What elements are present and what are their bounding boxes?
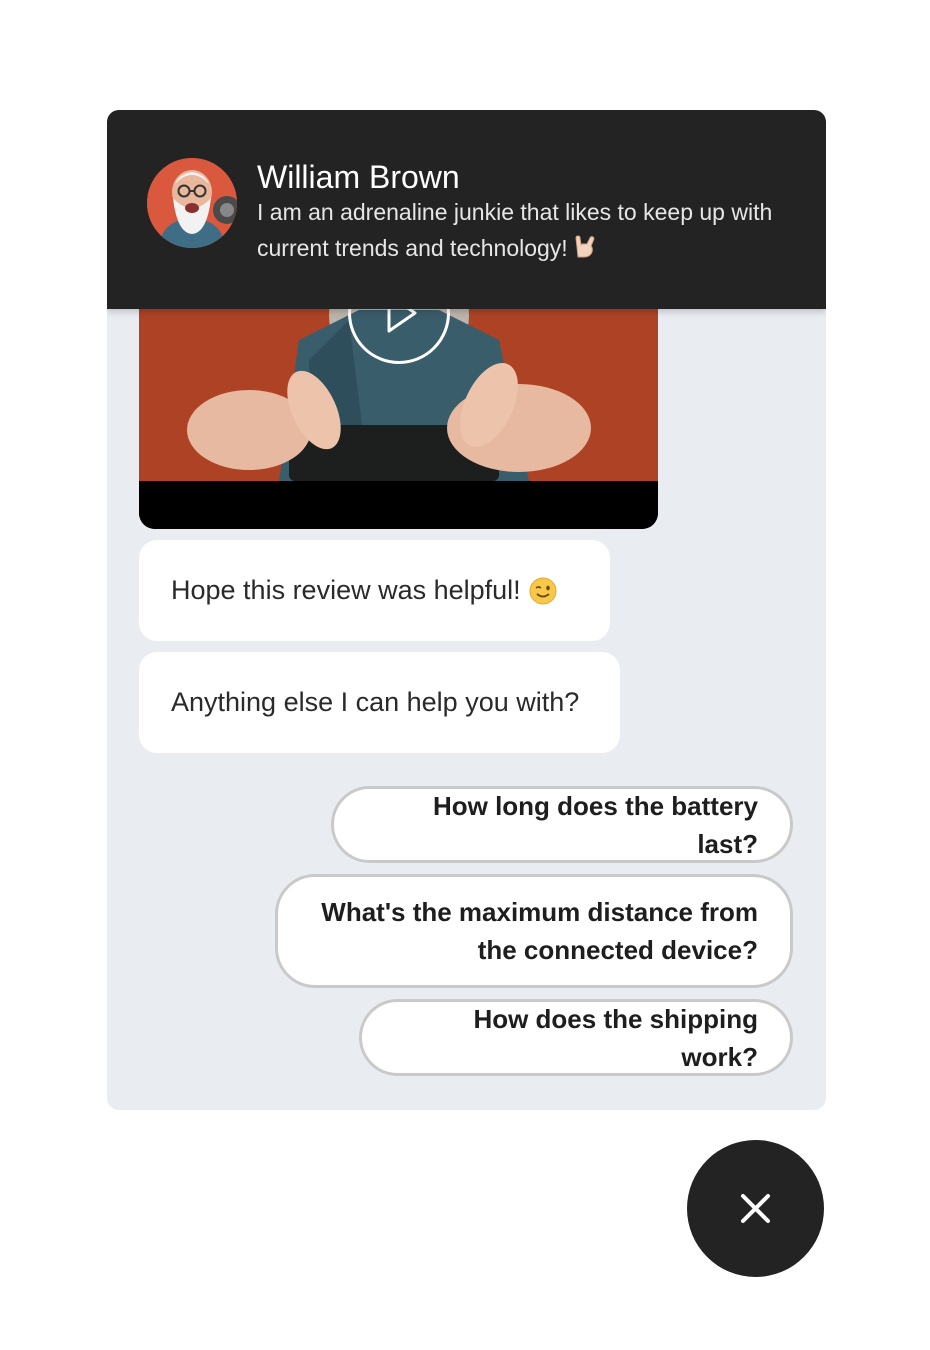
quick-reply-button[interactable]: How does the shipping work? — [359, 999, 793, 1076]
agent-name: William Brown — [257, 159, 460, 195]
chat-message: Hope this review was helpful! — [139, 540, 610, 641]
quick-reply-button[interactable]: What's the maximum distance from the con… — [275, 874, 793, 988]
avatar — [147, 158, 237, 248]
message-text: Anything else I can help you with? — [171, 687, 580, 717]
agent-bio: I am an adrenaline junkie that likes to … — [257, 194, 777, 266]
close-icon — [741, 1194, 770, 1223]
quick-reply-button[interactable]: How long does the battery last? — [331, 786, 793, 863]
chat-widget: Hope this review was helpful! Anything e… — [107, 110, 826, 1110]
wink-emoji-icon — [529, 577, 557, 604]
message-text: Hope this review was helpful! — [171, 575, 521, 605]
quick-reply-label: How does the shipping work? — [473, 1003, 758, 1072]
rock-on-hand-icon — [575, 235, 595, 258]
quick-reply-label: How long does the battery last? — [432, 790, 758, 859]
agent-bio-text: I am an adrenaline junkie that likes to … — [257, 199, 773, 261]
chat-header: William Brown I am an adrenaline junkie … — [107, 110, 826, 309]
chat-message: Anything else I can help you with? — [139, 652, 620, 753]
close-button[interactable] — [687, 1140, 824, 1277]
video-controls-bar[interactable] — [139, 481, 658, 529]
quick-reply-label: What's the maximum distance from the con… — [321, 897, 758, 965]
